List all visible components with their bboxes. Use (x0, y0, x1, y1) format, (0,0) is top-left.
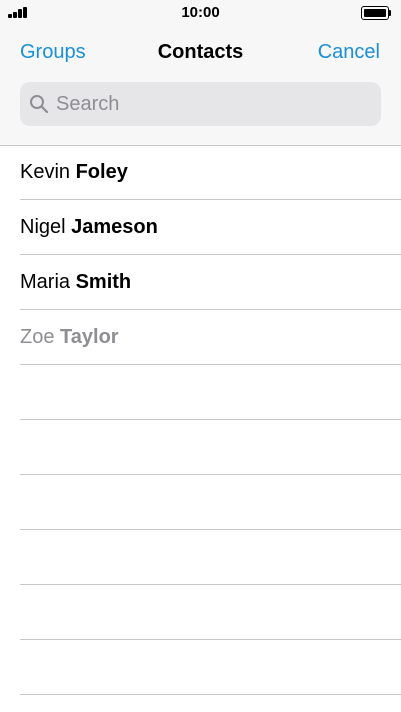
contact-first-name: Maria (20, 271, 71, 293)
contacts-picker-screen: 10:00 Groups Contacts Cancel Kevin Foley… (0, 0, 401, 712)
empty-row (20, 530, 401, 585)
navigation-bar: Groups Contacts Cancel (0, 30, 401, 74)
contact-last-name: Jameson (71, 216, 158, 238)
contact-row[interactable]: Maria Smith (20, 255, 401, 310)
empty-row (20, 420, 401, 475)
search-bar[interactable] (20, 82, 381, 126)
status-time: 10:00 (181, 4, 220, 21)
status-bar: 10:00 (0, 0, 401, 26)
contact-row[interactable]: Nigel Jameson (20, 200, 401, 255)
cancel-button[interactable]: Cancel (318, 41, 380, 64)
header-area: 10:00 Groups Contacts Cancel (0, 0, 401, 146)
contact-first-name: Nigel (20, 216, 66, 238)
contact-first-name: Kevin (20, 161, 71, 183)
empty-row (20, 475, 401, 530)
empty-row (20, 585, 401, 640)
battery-full-icon (361, 6, 391, 20)
contact-last-name: Foley (75, 161, 128, 183)
search-icon (30, 95, 49, 114)
contact-row[interactable]: Kevin Foley (20, 145, 401, 200)
contact-last-name: Smith (75, 271, 132, 293)
contact-row[interactable]: Zoe Taylor (20, 310, 401, 365)
empty-row (20, 640, 401, 695)
search-input[interactable] (56, 82, 371, 126)
contact-first-name: Zoe (20, 326, 55, 348)
empty-row (20, 365, 401, 420)
contact-list: Kevin Foley Nigel Jameson Maria Smith Zoe T… (0, 145, 401, 695)
contact-last-name: Taylor (60, 326, 119, 348)
